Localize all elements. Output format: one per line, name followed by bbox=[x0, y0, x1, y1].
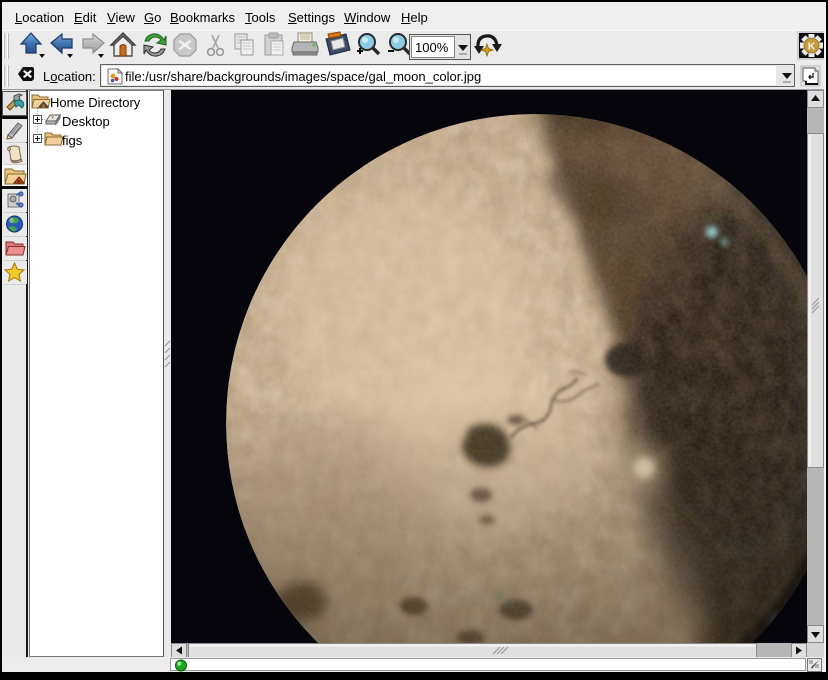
svg-text:K: K bbox=[808, 41, 816, 53]
